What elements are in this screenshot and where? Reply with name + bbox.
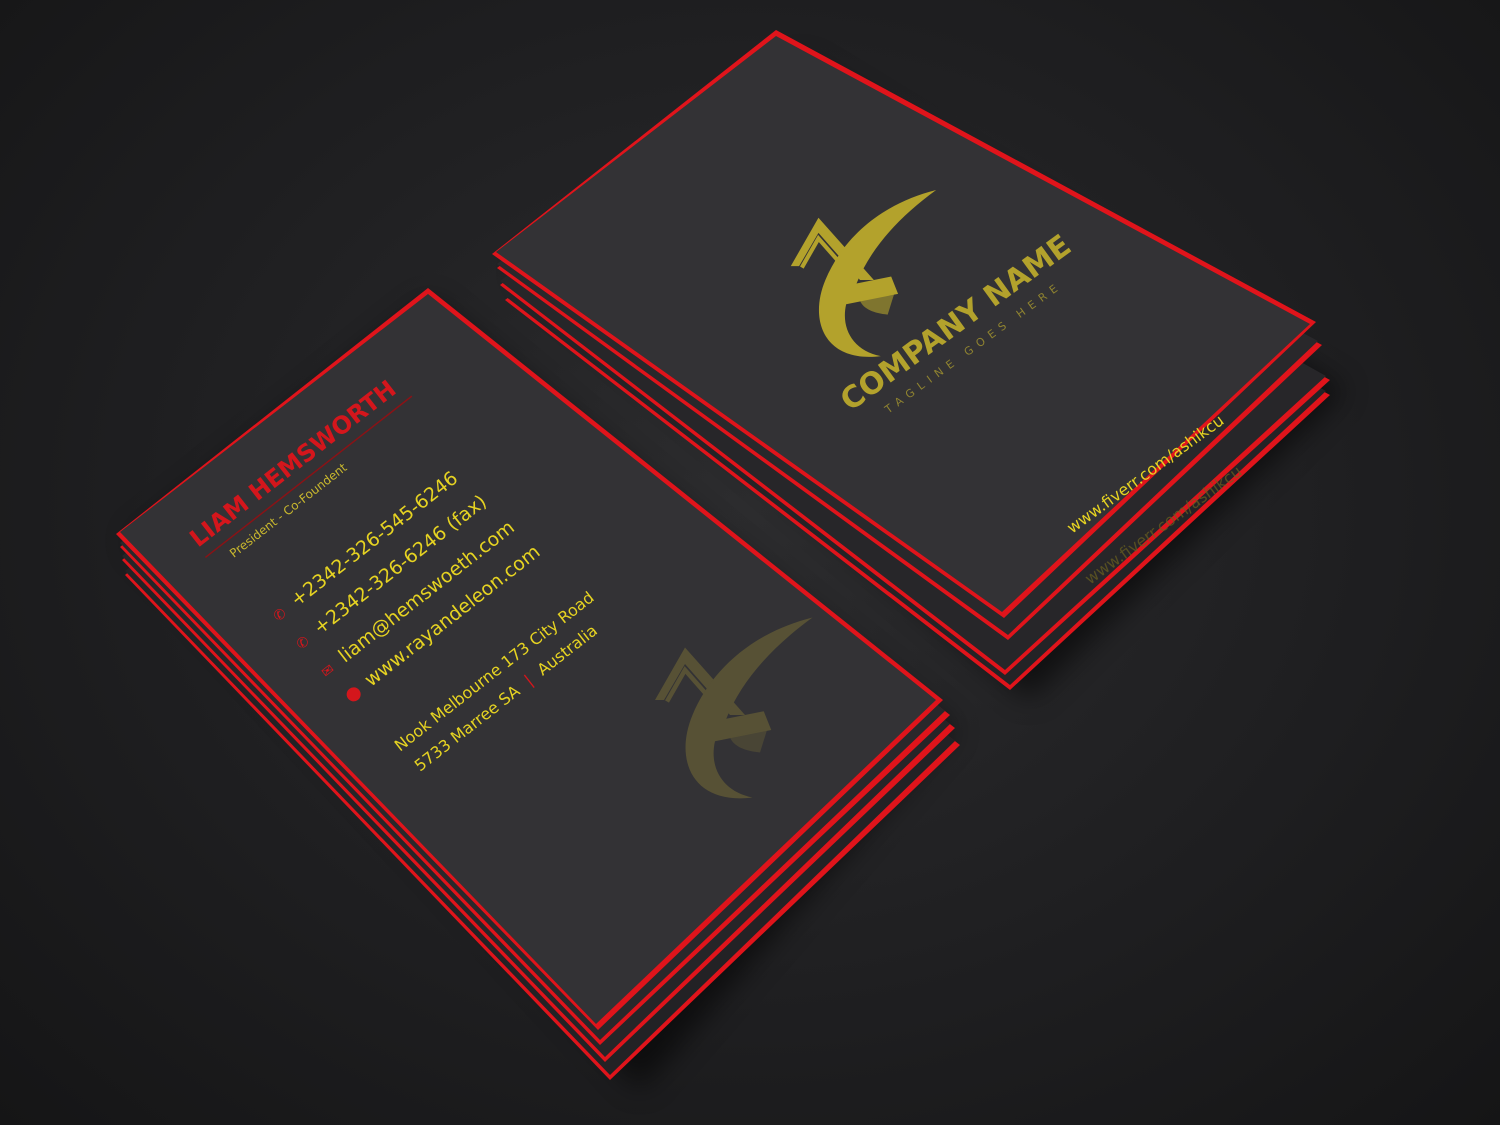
business-card-mockup-scene: COMPANY NAME TAGLINE GOES HERE www.fiver… (116, 30, 1345, 1090)
